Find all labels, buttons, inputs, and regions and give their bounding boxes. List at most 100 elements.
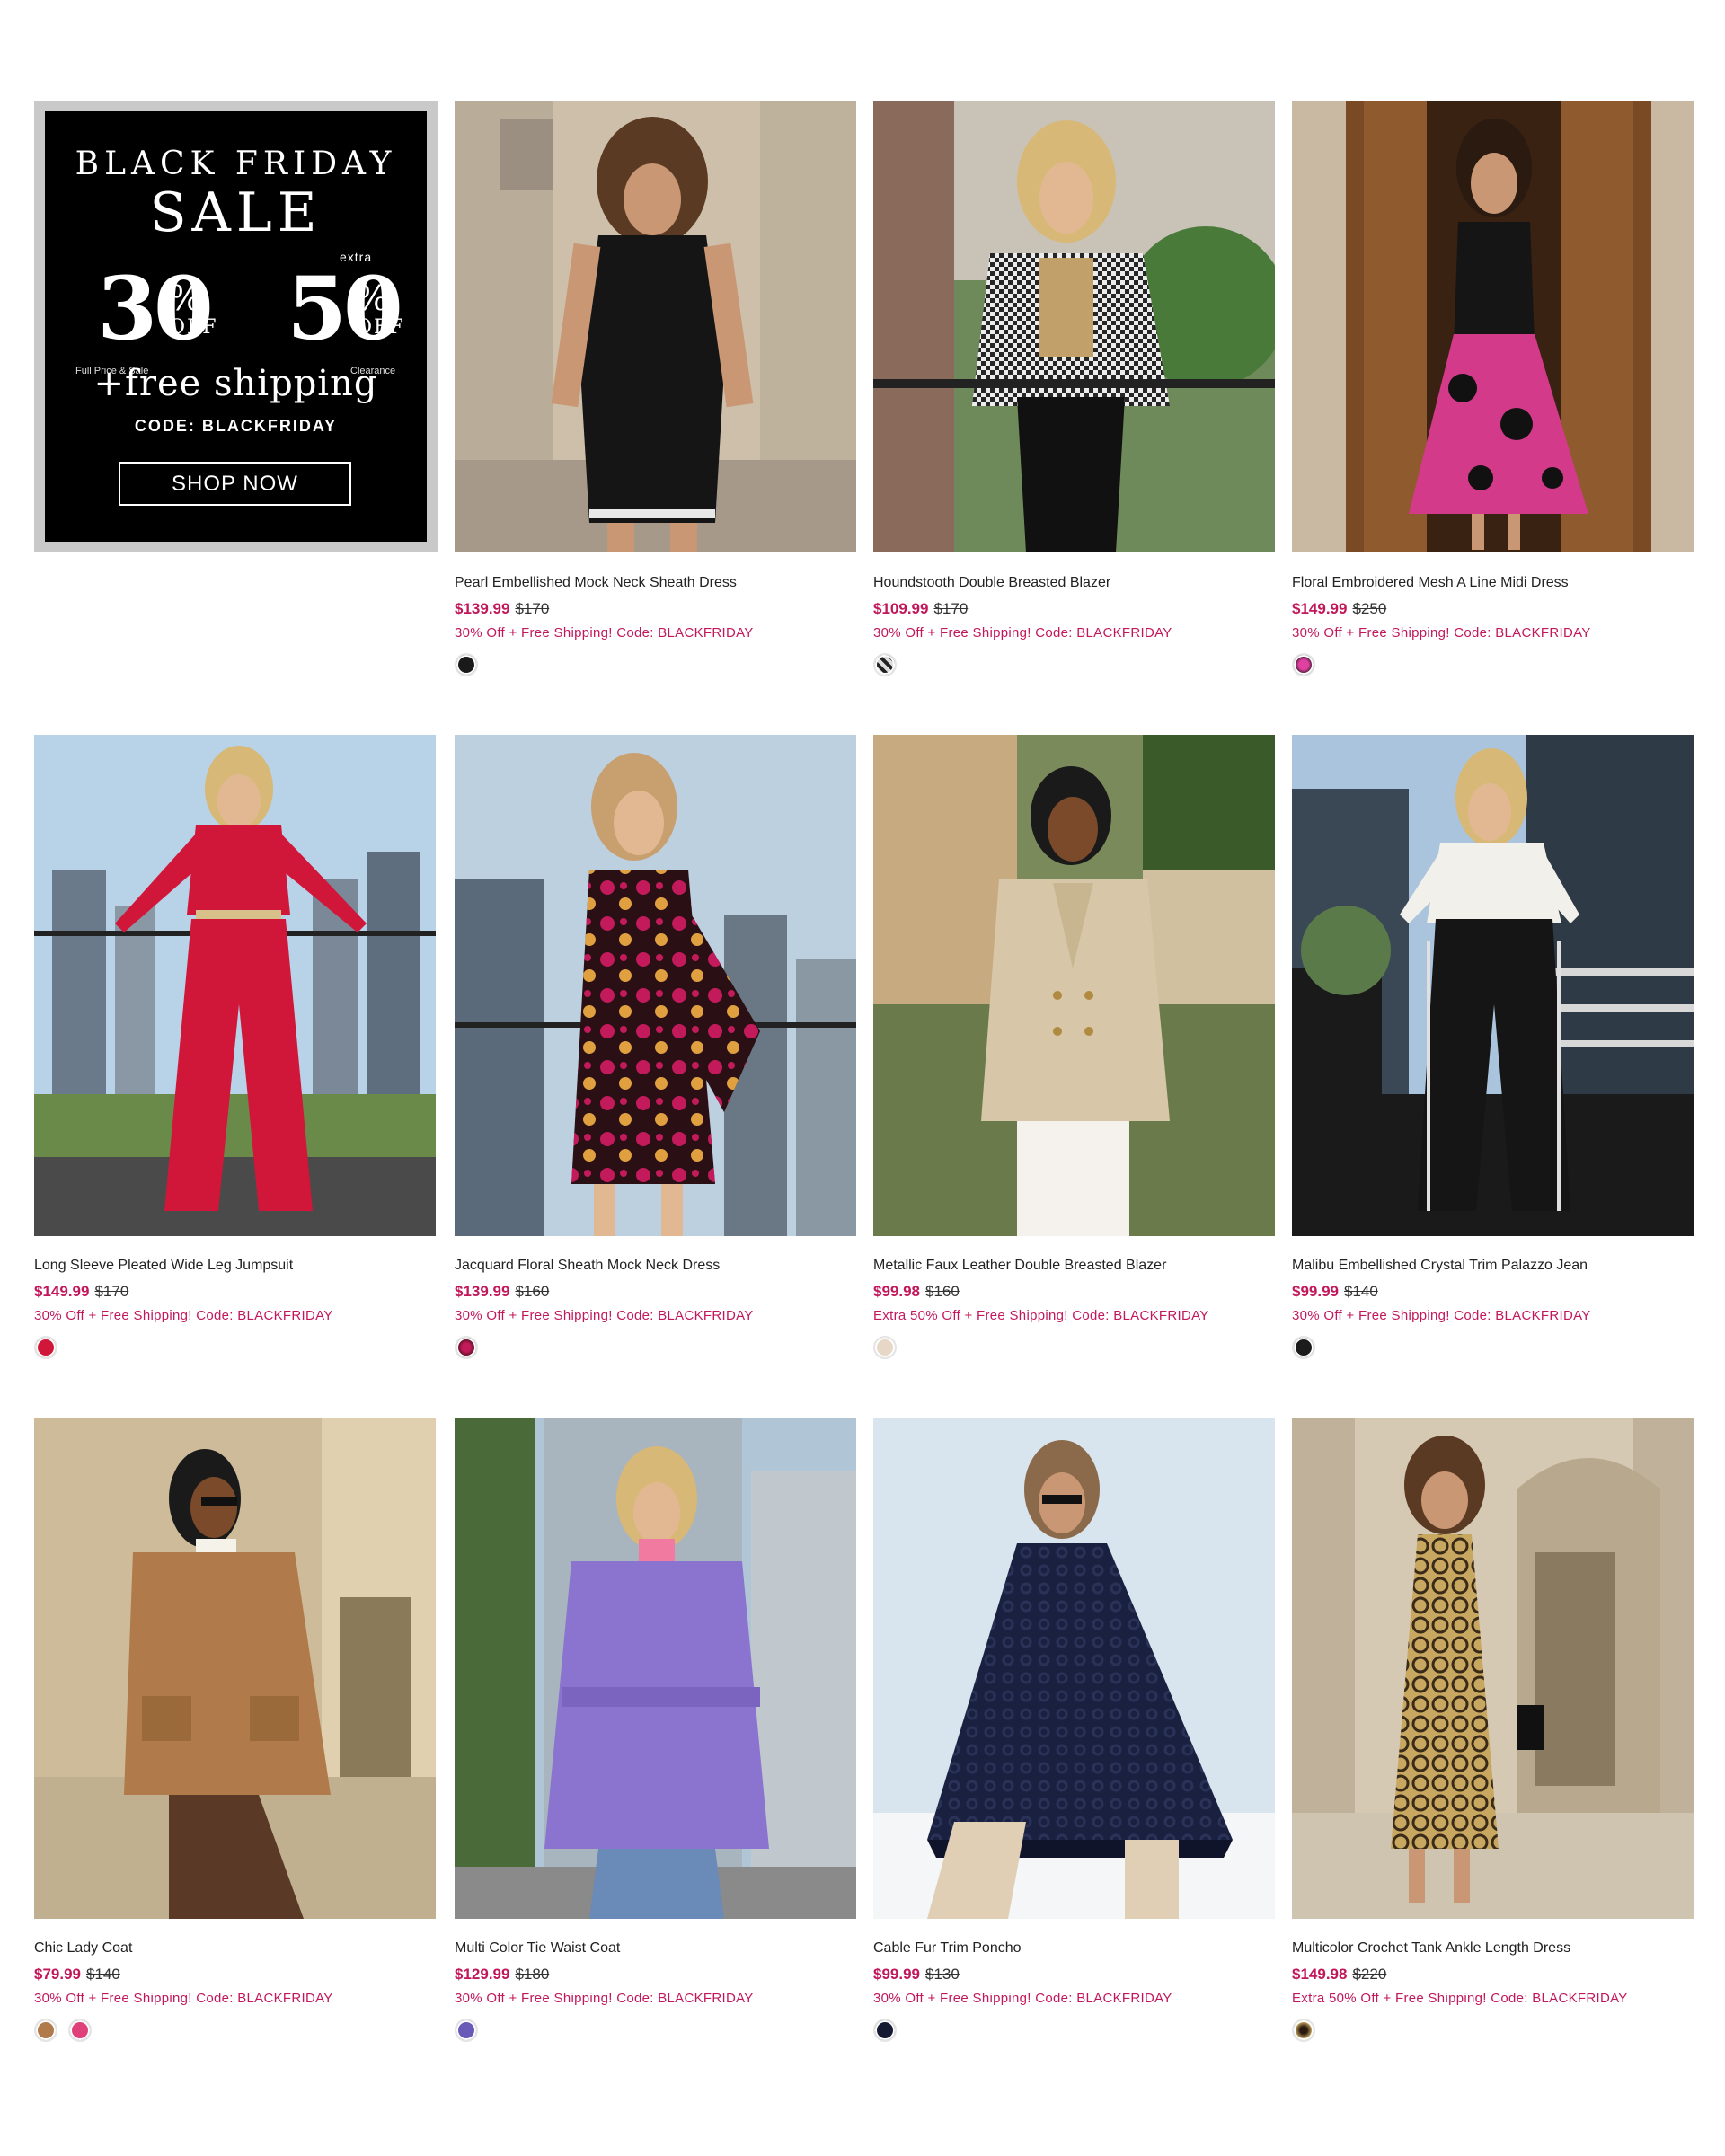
banner-title-sale: SALE — [149, 181, 323, 244]
color-swatches — [873, 653, 1275, 676]
product-price: $149.99 $250 — [1292, 600, 1694, 618]
color-swatch-pink-black[interactable] — [1292, 653, 1315, 676]
free-shipping-text: +free shipping — [93, 363, 378, 404]
color-swatch-black[interactable] — [1292, 1336, 1315, 1359]
sale-price: $149.99 — [1292, 600, 1348, 617]
product-name[interactable]: Houndstooth Double Breasted Blazer — [873, 575, 1275, 591]
promo-code: CODE: BLACKFRIDAY — [134, 417, 338, 435]
product-image[interactable] — [1292, 735, 1694, 1236]
sale-price: $149.99 — [34, 1283, 90, 1300]
product-info: Multicolor Crochet Tank Ankle Length Dre… — [1292, 1940, 1694, 2042]
shop-now-button[interactable]: SHOP NOW — [119, 462, 351, 506]
product-price: $99.99 $140 — [1292, 1283, 1694, 1301]
product-price: $149.98 $220 — [1292, 1966, 1694, 1984]
promo-message: Extra 50% Off + Free Shipping! Code: BLA… — [873, 1308, 1209, 1323]
promo-message: 30% Off + Free Shipping! Code: BLACKFRID… — [873, 625, 1172, 641]
promo-message: 30% Off + Free Shipping! Code: BLACKFRID… — [1292, 625, 1591, 641]
color-swatches — [34, 1336, 436, 1359]
sale-price: $149.98 — [1292, 1966, 1348, 1983]
sale-price: $79.99 — [34, 1966, 81, 1983]
color-swatches — [1292, 2019, 1694, 2042]
product-info: Jacquard Floral Sheath Mock Neck Dress $… — [455, 1258, 856, 1359]
discount-30-block: 30 % OFF — [68, 266, 239, 356]
product-image[interactable] — [1292, 1418, 1694, 1919]
discount-30-percent: % — [169, 278, 202, 318]
color-swatches — [1292, 1336, 1694, 1359]
discount-50-extra: extra — [340, 250, 373, 264]
promo-message: 30% Off + Free Shipping! Code: BLACKFRID… — [455, 1991, 754, 2006]
color-swatch-champagne[interactable] — [873, 1336, 897, 1359]
product-image[interactable] — [455, 101, 856, 552]
product-image[interactable] — [455, 735, 856, 1236]
color-swatch-floral[interactable] — [455, 1336, 478, 1359]
original-price: $250 — [1352, 600, 1387, 617]
product-info: Metallic Faux Leather Double Breasted Bl… — [873, 1258, 1275, 1359]
product-name[interactable]: Floral Embroidered Mesh A Line Midi Dres… — [1292, 575, 1694, 591]
promo-message: 30% Off + Free Shipping! Code: BLACKFRID… — [34, 1991, 333, 2006]
discount-50-percent: % — [356, 278, 389, 318]
color-swatch-purple[interactable] — [455, 2019, 478, 2042]
product-name[interactable]: Long Sleeve Pleated Wide Leg Jumpsuit — [34, 1258, 436, 1274]
sale-price: $139.99 — [455, 1283, 510, 1300]
product-name[interactable]: Jacquard Floral Sheath Mock Neck Dress — [455, 1258, 856, 1274]
promo-message: 30% Off + Free Shipping! Code: BLACKFRID… — [455, 1308, 754, 1323]
product-image[interactable] — [873, 101, 1275, 552]
color-swatch-camel[interactable] — [34, 2019, 58, 2042]
product-image[interactable] — [873, 1418, 1275, 1919]
color-swatch-pink[interactable] — [68, 2019, 92, 2042]
product-info: Houndstooth Double Breasted Blazer $109.… — [873, 575, 1275, 676]
discount-50-block: extra 50 % OFF — [253, 250, 433, 356]
discount-50-off: OFF — [356, 316, 405, 339]
banner-black-panel: BLACK FRIDAY SALE 30 % OFF Full Price & … — [45, 111, 427, 542]
product-price: $99.99 $130 — [873, 1966, 1275, 1984]
product-name[interactable]: Multicolor Crochet Tank Ankle Length Dre… — [1292, 1940, 1694, 1957]
original-price: $180 — [515, 1966, 550, 1983]
original-price: $220 — [1352, 1966, 1387, 1983]
original-price: $160 — [925, 1283, 960, 1300]
color-swatch-black[interactable] — [455, 653, 478, 676]
color-swatch-red[interactable] — [34, 1336, 58, 1359]
color-swatches — [873, 2019, 1275, 2042]
product-image[interactable] — [34, 735, 436, 1236]
product-name[interactable]: Metallic Faux Leather Double Breasted Bl… — [873, 1258, 1275, 1274]
color-swatch-houndstooth[interactable] — [873, 653, 897, 676]
product-info: Malibu Embellished Crystal Trim Palazzo … — [1292, 1258, 1694, 1359]
sale-price: $99.99 — [1292, 1283, 1339, 1300]
product-info: Cable Fur Trim Poncho $99.99 $130 30% Off… — [873, 1940, 1275, 2042]
product-name[interactable]: Malibu Embellished Crystal Trim Palazzo … — [1292, 1258, 1694, 1274]
product-image[interactable] — [873, 735, 1275, 1236]
color-swatches — [1292, 653, 1694, 676]
promo-message: 30% Off + Free Shipping! Code: BLACKFRID… — [1292, 1308, 1591, 1323]
banner-title-black-friday: BLACK FRIDAY — [75, 146, 397, 182]
product-name[interactable]: Multi Color Tie Waist Coat — [455, 1940, 856, 1957]
color-swatch-navy[interactable] — [873, 2019, 897, 2042]
product-image[interactable] — [1292, 101, 1694, 552]
color-swatch-crochet[interactable] — [1292, 2019, 1315, 2042]
black-friday-banner[interactable]: BLACK FRIDAY SALE 30 % OFF Full Price & … — [34, 101, 438, 552]
product-name[interactable]: Pearl Embellished Mock Neck Sheath Dress — [455, 575, 856, 591]
product-info: Multi Color Tie Waist Coat $129.99 $180 3… — [455, 1940, 856, 2042]
product-price: $99.98 $160 — [873, 1283, 1275, 1301]
color-swatches — [455, 653, 856, 676]
color-swatches — [873, 1336, 1275, 1359]
product-image[interactable] — [455, 1418, 856, 1919]
original-price: $160 — [515, 1283, 550, 1300]
discount-30-off: OFF — [169, 316, 218, 339]
product-image[interactable] — [34, 1418, 436, 1919]
promo-message: 30% Off + Free Shipping! Code: BLACKFRID… — [873, 1991, 1172, 2006]
sale-price: $99.99 — [873, 1966, 920, 1983]
product-name[interactable]: Chic Lady Coat — [34, 1940, 436, 1957]
sale-price: $139.99 — [455, 600, 510, 617]
color-swatches — [34, 2019, 436, 2042]
product-price: $139.99 $160 — [455, 1283, 856, 1301]
original-price: $140 — [86, 1966, 120, 1983]
product-name[interactable]: Cable Fur Trim Poncho — [873, 1940, 1275, 1957]
original-price: $170 — [933, 600, 969, 617]
product-info: Floral Embroidered Mesh A Line Midi Dres… — [1292, 575, 1694, 676]
product-price: $139.99 $170 — [455, 600, 856, 618]
sale-price: $109.99 — [873, 600, 929, 617]
product-info: Chic Lady Coat $79.99 $140 30% Off + Free… — [34, 1940, 436, 2042]
color-swatches — [455, 1336, 856, 1359]
original-price: $140 — [1344, 1283, 1378, 1300]
sale-price: $99.98 — [873, 1283, 920, 1300]
